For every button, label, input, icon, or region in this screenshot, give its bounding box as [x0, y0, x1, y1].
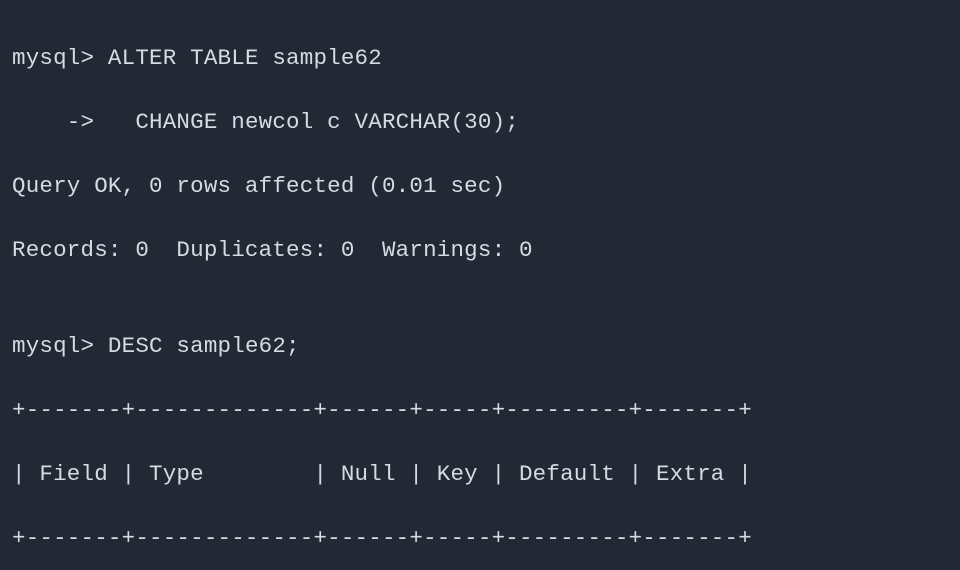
prompt-continuation: ->: [12, 109, 94, 135]
query-ok-line: Query OK, 0 rows affected (0.01 sec): [12, 170, 948, 202]
command-text: ALTER TABLE sample62: [108, 45, 382, 71]
table-header-row: | Field | Type | Null | Key | Default | …: [12, 458, 948, 490]
command-text: CHANGE newcol c VARCHAR(30);: [108, 109, 519, 135]
prompt-line-alter-2: -> CHANGE newcol c VARCHAR(30);: [12, 106, 948, 138]
prompt-primary: mysql>: [12, 333, 94, 359]
prompt-line-alter-1: mysql> ALTER TABLE sample62: [12, 42, 948, 74]
table-border-mid: +-------+-------------+------+-----+----…: [12, 522, 948, 554]
terminal-window[interactable]: mysql> ALTER TABLE sample62 -> CHANGE ne…: [0, 0, 960, 570]
command-text: DESC sample62;: [108, 333, 300, 359]
prompt-line-desc: mysql> DESC sample62;: [12, 330, 948, 362]
query-stats-line: Records: 0 Duplicates: 0 Warnings: 0: [12, 234, 948, 266]
prompt-primary: mysql>: [12, 45, 94, 71]
table-border-top: +-------+-------------+------+-----+----…: [12, 394, 948, 426]
